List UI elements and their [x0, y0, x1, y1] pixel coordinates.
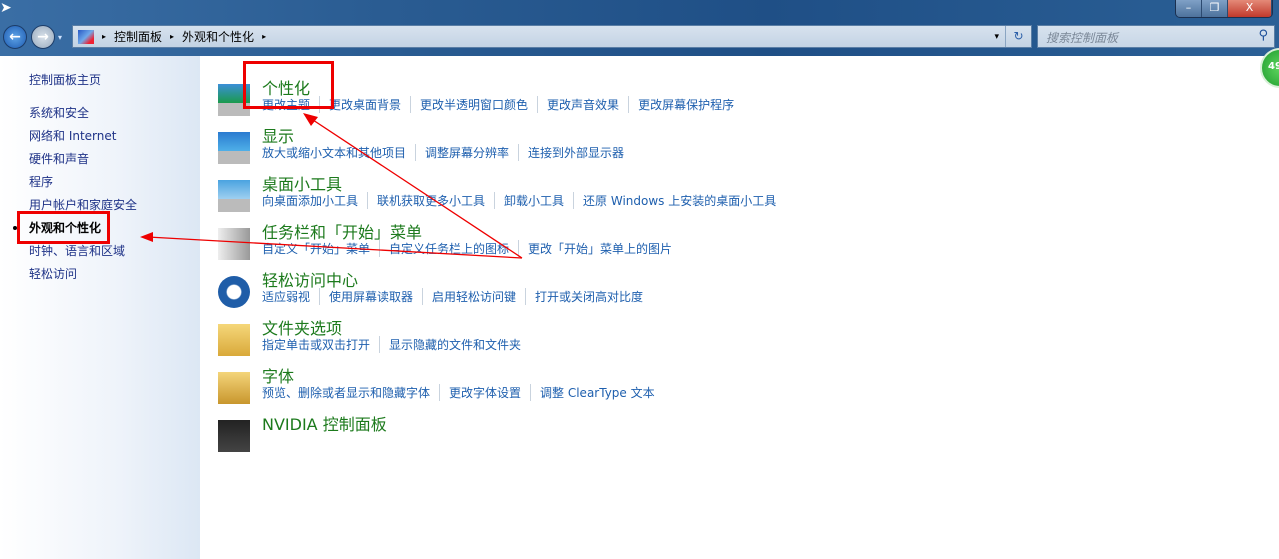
annotation-arrows — [140, 113, 523, 259]
arrowhead-icon — [140, 232, 153, 242]
arrow-line — [147, 236, 523, 259]
arrowhead-icon — [303, 113, 318, 126]
arrow-line — [309, 117, 523, 259]
